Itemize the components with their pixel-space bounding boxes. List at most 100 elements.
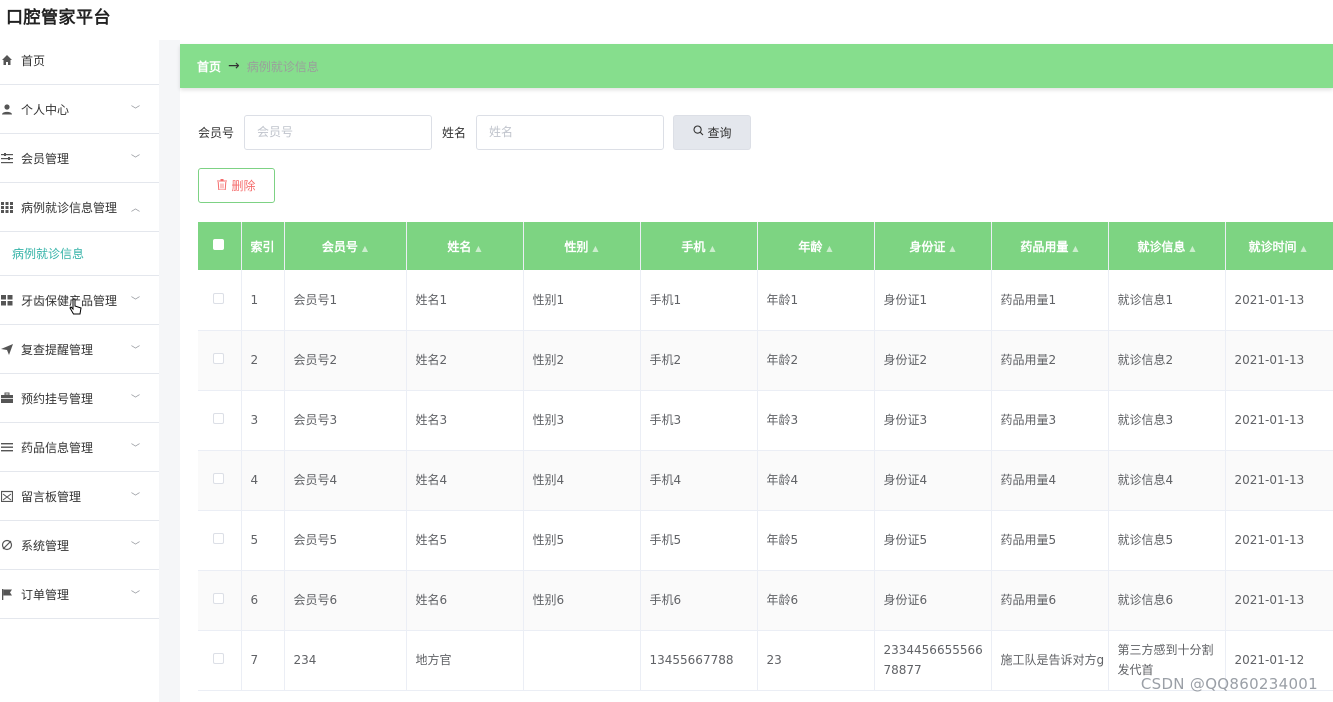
table-cell: 手机6: [640, 570, 758, 631]
row-checkbox[interactable]: [198, 330, 242, 391]
table-cell: 会员号3: [284, 390, 407, 451]
delete-button[interactable]: 删除: [198, 168, 275, 203]
sidebar-item-label: 个人中心: [21, 102, 70, 117]
chevron-down-icon: ﹀: [131, 394, 141, 405]
query-button-label: 查询: [707, 125, 732, 140]
row-checkbox[interactable]: [198, 510, 242, 571]
column-header-gender[interactable]: 性别 ▲: [523, 222, 641, 270]
sidebar-subitem-case-info[interactable]: 病例就诊信息: [0, 232, 159, 276]
table-row[interactable]: 3 会员号3 姓名3 性别3 手机3 年龄3 身份证3 药品用量3 就诊信息3 2021-01-1…: [198, 390, 1333, 451]
sort-icon: ▲: [1072, 243, 1079, 253]
sidebar-item-system-management[interactable]: 系统管理 ﹀: [0, 521, 159, 570]
table-cell: 2: [241, 330, 285, 391]
table-cell: 就诊信息3: [1108, 390, 1226, 451]
sidebar-item-label: 订单管理: [21, 587, 70, 602]
table-cell: 年龄4: [757, 450, 875, 511]
sidebar-item-message-board[interactable]: 留言板管理 ﹀: [0, 472, 159, 521]
column-header-index: 索引: [241, 222, 285, 270]
home-icon: [1, 54, 13, 66]
sidebar-item-label: 药品信息管理: [21, 440, 94, 455]
sidebar-item-label: 系统管理: [21, 538, 70, 553]
sidebar-item-order-management[interactable]: 订单管理 ﹀: [0, 570, 159, 619]
mouse-cursor-icon: [69, 298, 83, 316]
apps-icon: [1, 294, 13, 306]
breadcrumb-home-link[interactable]: 首页: [197, 58, 221, 75]
table-cell: 身份证5: [874, 510, 992, 571]
chevron-down-icon: ﹀: [131, 443, 141, 454]
table-cell: 药品用量6: [991, 570, 1109, 631]
table-row[interactable]: 4 会员号4 姓名4 性别4 手机4 年龄4 身份证4 药品用量4 就诊信息4 2021-01-1…: [198, 450, 1333, 511]
table-cell: 姓名6: [406, 570, 524, 631]
sidebar-item-recheck-reminder[interactable]: 复查提醒管理 ﹀: [0, 325, 159, 374]
table-cell: 4: [241, 450, 285, 511]
row-checkbox[interactable]: [198, 270, 242, 331]
sidebar-item-medicine-info[interactable]: 药品信息管理 ﹀: [0, 423, 159, 472]
chevron-down-icon: ﹀: [131, 541, 141, 552]
sidebar-item-personal-center[interactable]: 个人中心 ﹀: [0, 85, 159, 134]
column-header-id-card[interactable]: 身份证 ▲: [874, 222, 992, 270]
table-cell: 2021-01-13: [1225, 450, 1333, 511]
sidebar-item-label: 首页: [21, 53, 46, 68]
table-cell: 身份证3: [874, 390, 992, 451]
row-checkbox[interactable]: [198, 630, 242, 691]
sidebar-item-label: 会员管理: [21, 151, 70, 166]
table-cell: 就诊信息5: [1108, 510, 1226, 571]
chevron-down-icon: ﹀: [131, 590, 141, 601]
select-all-checkbox[interactable]: [198, 222, 242, 270]
sidebar-item-label: 留言板管理: [21, 489, 82, 504]
sort-icon: ▲: [949, 243, 956, 253]
search-form: 会员号 姓名 查询: [198, 114, 752, 150]
sidebar-item-label: 病例就诊信息管理: [21, 200, 118, 215]
column-header-visit-time[interactable]: 就诊时间 ▲: [1225, 222, 1333, 270]
column-header-member-number[interactable]: 会员号 ▲: [284, 222, 407, 270]
data-table: 索引 会员号 ▲ 姓名 ▲ 性别 ▲ 手机 ▲ 年龄 ▲ 身份证 ▲ 药品用量 ▲ 就诊信息 ▲…: [198, 222, 1333, 702]
name-input[interactable]: [476, 114, 665, 150]
table-row[interactable]: 2 会员号2 姓名2 性别2 手机2 年龄2 身份证2 药品用量2 就诊信息2 2021-01-1…: [198, 330, 1333, 391]
table-cell: 身份证6: [874, 570, 992, 631]
column-header-age[interactable]: 年龄 ▲: [757, 222, 875, 270]
table-cell: 性别6: [523, 570, 641, 631]
column-header-visit-info[interactable]: 就诊信息 ▲: [1108, 222, 1226, 270]
table-row[interactable]: 6 会员号6 姓名6 性别6 手机6 年龄6 身份证6 药品用量6 就诊信息6 2021-01-1…: [198, 570, 1333, 631]
table-cell: 年龄2: [757, 330, 875, 391]
table-cell: 就诊信息4: [1108, 450, 1226, 511]
table-cell: 234: [284, 630, 407, 691]
table-cell: 药品用量4: [991, 450, 1109, 511]
sidebar-item-case-management[interactable]: 病例就诊信息管理 ︿: [0, 183, 159, 232]
delete-button-label: 删除: [231, 179, 256, 193]
table-cell: 2021-01-13: [1225, 390, 1333, 451]
column-header-name[interactable]: 姓名 ▲: [406, 222, 524, 270]
query-button[interactable]: 查询: [673, 114, 752, 150]
message-icon: [1, 490, 13, 502]
table-cell: 性别2: [523, 330, 641, 391]
column-header-phone[interactable]: 手机 ▲: [640, 222, 758, 270]
table-cell: 年龄3: [757, 390, 875, 451]
table-row[interactable]: 1 会员号1 姓名1 性别1 手机1 年龄1 身份证1 药品用量1 就诊信息1 2021-01-1…: [198, 270, 1333, 331]
table-cell: 2021-01-13: [1225, 270, 1333, 331]
sidebar-item-appointment[interactable]: 预约挂号管理 ﹀: [0, 374, 159, 423]
sort-icon: ▲: [592, 243, 599, 253]
table-cell: 姓名3: [406, 390, 524, 451]
row-checkbox[interactable]: [198, 390, 242, 451]
row-checkbox[interactable]: [198, 450, 242, 511]
table-row[interactable]: 5 会员号5 姓名5 性别5 手机5 年龄5 身份证5 药品用量5 就诊信息5 2021-01-1…: [198, 510, 1333, 571]
chevron-down-icon: ﹀: [131, 345, 141, 356]
table-cell: 姓名2: [406, 330, 524, 391]
table-cell: 身份证2: [874, 330, 992, 391]
column-header-medicine-dosage[interactable]: 药品用量 ▲: [991, 222, 1109, 270]
sidebar-item-home[interactable]: 首页: [0, 36, 159, 85]
table-cell: 年龄6: [757, 570, 875, 631]
chevron-down-icon: ﹀: [131, 105, 141, 116]
table-cell: 就诊信息1: [1108, 270, 1226, 331]
table-cell: 会员号1: [284, 270, 407, 331]
sidebar-item-member-management[interactable]: 会员管理 ﹀: [0, 134, 159, 183]
trash-icon: [217, 178, 228, 193]
table-cell: 1: [241, 270, 285, 331]
table-cell: 药品用量3: [991, 390, 1109, 451]
member-number-input[interactable]: [244, 114, 433, 150]
row-checkbox[interactable]: [198, 570, 242, 631]
breadcrumb-current: 病例就诊信息: [246, 59, 319, 74]
sidebar-item-label: 预约挂号管理: [21, 391, 94, 406]
table-cell: 13455667788: [640, 630, 758, 691]
table-cell: 药品用量5: [991, 510, 1109, 571]
